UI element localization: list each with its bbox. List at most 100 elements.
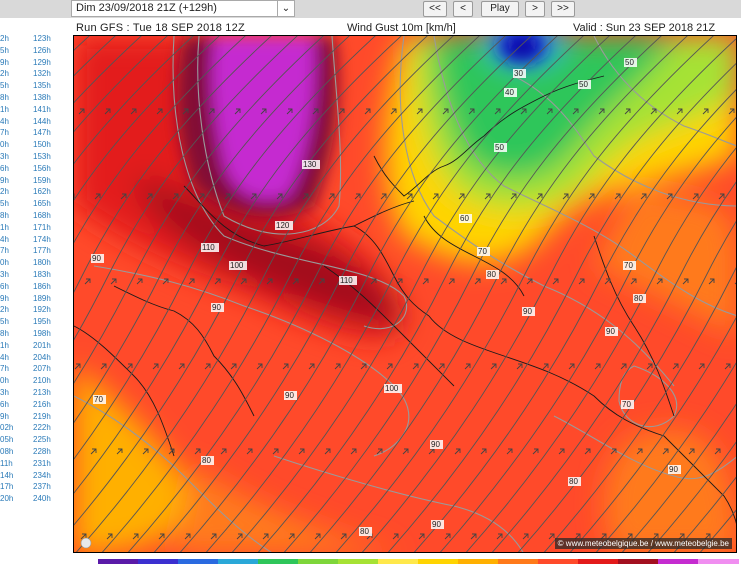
hour-link[interactable]: 9h: [0, 412, 9, 421]
hour-link[interactable]: 216h: [33, 400, 51, 409]
credit-label: © www.meteobelgique.be / www.meteobelgie…: [554, 538, 732, 549]
isoline-label: 50: [579, 80, 588, 89]
hour-link[interactable]: 9h: [0, 294, 9, 303]
hour-link[interactable]: 198h: [33, 329, 51, 338]
hour-link[interactable]: 4h: [0, 235, 9, 244]
hour-link[interactable]: 17h: [0, 482, 13, 491]
hour-link[interactable]: 186h: [33, 282, 51, 291]
hour-link[interactable]: 162h: [33, 187, 51, 196]
time-select[interactable]: Dim 23/09/2018 21Z (+129h) ⌄: [71, 0, 295, 17]
hour-link[interactable]: 6h: [0, 164, 9, 173]
hour-link[interactable]: 4h: [0, 117, 9, 126]
weather-map: 130 120 110 100 90 110 90 100 90 80 70 30 40 50 50 50 60…: [73, 35, 737, 553]
hour-link[interactable]: 201h: [33, 341, 51, 350]
hour-link[interactable]: 126h: [33, 46, 51, 55]
hour-link[interactable]: 7h: [0, 128, 9, 137]
hour-link[interactable]: 4h: [0, 353, 9, 362]
hour-link[interactable]: 144h: [33, 117, 51, 126]
isoline-label: 80: [360, 527, 369, 536]
hour-link[interactable]: 9h: [0, 58, 9, 67]
hour-link[interactable]: 135h: [33, 81, 51, 90]
hour-link[interactable]: 192h: [33, 305, 51, 314]
hour-link[interactable]: 189h: [33, 294, 51, 303]
hour-link[interactable]: 195h: [33, 317, 51, 326]
hour-link[interactable]: 123h: [33, 34, 51, 43]
isoline-label: 120: [276, 221, 290, 230]
hour-link[interactable]: 165h: [33, 199, 51, 208]
hour-link[interactable]: 159h: [33, 176, 51, 185]
hour-link[interactable]: 180h: [33, 258, 51, 267]
hour-link[interactable]: 5h: [0, 81, 9, 90]
isoline-label: 90: [523, 307, 532, 316]
hour-link[interactable]: 237h: [33, 482, 51, 491]
hour-link[interactable]: 1h: [0, 223, 9, 232]
hour-link[interactable]: 141h: [33, 105, 51, 114]
hour-link[interactable]: 2h: [0, 187, 9, 196]
hour-link[interactable]: 213h: [33, 388, 51, 397]
hour-link[interactable]: 0h: [0, 258, 9, 267]
hour-link[interactable]: 240h: [33, 494, 51, 503]
hour-link[interactable]: 3h: [0, 152, 9, 161]
hour-link[interactable]: 8h: [0, 329, 9, 338]
hour-link[interactable]: 219h: [33, 412, 51, 421]
next-frame-button[interactable]: >: [525, 1, 545, 17]
isoline-label: 30: [514, 69, 523, 78]
isoline-label: 70: [478, 247, 487, 256]
hour-link[interactable]: 02h: [0, 423, 13, 432]
hour-link[interactable]: 2h: [0, 69, 9, 78]
hour-link[interactable]: 9h: [0, 176, 9, 185]
hour-link[interactable]: 174h: [33, 235, 51, 244]
hour-link[interactable]: 1h: [0, 341, 9, 350]
hour-link[interactable]: 5h: [0, 199, 9, 208]
first-frame-button[interactable]: <<: [423, 1, 447, 17]
hour-link[interactable]: 210h: [33, 376, 51, 385]
hour-link[interactable]: 153h: [33, 152, 51, 161]
hour-link[interactable]: 20h: [0, 494, 13, 503]
hour-link[interactable]: 156h: [33, 164, 51, 173]
hour-link[interactable]: 3h: [0, 270, 9, 279]
isoline-label: 90: [432, 520, 441, 529]
chevron-down-icon[interactable]: ⌄: [277, 1, 294, 16]
hour-link[interactable]: 2h: [0, 305, 9, 314]
hour-link[interactable]: 183h: [33, 270, 51, 279]
hour-link[interactable]: 204h: [33, 353, 51, 362]
hour-link[interactable]: 8h: [0, 93, 9, 102]
play-button[interactable]: Play: [481, 1, 519, 17]
hour-link[interactable]: 231h: [33, 459, 51, 468]
hour-link[interactable]: 222h: [33, 423, 51, 432]
isoline-label: 100: [385, 384, 399, 393]
hour-link[interactable]: 5h: [0, 317, 9, 326]
hour-link[interactable]: 177h: [33, 246, 51, 255]
hour-link[interactable]: 7h: [0, 246, 9, 255]
hour-link[interactable]: 150h: [33, 140, 51, 149]
hour-link[interactable]: 147h: [33, 128, 51, 137]
hour-link[interactable]: 132h: [33, 69, 51, 78]
hour-link[interactable]: 2h: [0, 34, 9, 43]
hour-link[interactable]: 129h: [33, 58, 51, 67]
hour-link[interactable]: 228h: [33, 447, 51, 456]
hour-link[interactable]: 08h: [0, 447, 13, 456]
prev-frame-button[interactable]: <: [453, 1, 473, 17]
hour-link[interactable]: 207h: [33, 364, 51, 373]
hour-link[interactable]: 225h: [33, 435, 51, 444]
hour-link[interactable]: 05h: [0, 435, 13, 444]
hour-link[interactable]: 11h: [0, 459, 13, 468]
hour-link[interactable]: 6h: [0, 282, 9, 291]
hour-link[interactable]: 8h: [0, 211, 9, 220]
hour-link[interactable]: 234h: [33, 471, 51, 480]
hour-link[interactable]: 0h: [0, 376, 9, 385]
hour-link[interactable]: 5h: [0, 46, 9, 55]
isoline-label: 80: [569, 477, 578, 486]
isoline-label: 110: [340, 276, 353, 285]
hour-link[interactable]: 138h: [33, 93, 51, 102]
forecast-hour-list: 2h 123h 5h 126h 9h 129h 2h 132h 5h 135h 8h 138h 1h 14…: [0, 34, 60, 564]
last-frame-button[interactable]: >>: [551, 1, 575, 17]
hour-link[interactable]: 171h: [33, 223, 51, 232]
hour-link[interactable]: 168h: [33, 211, 51, 220]
hour-link[interactable]: 6h: [0, 400, 9, 409]
hour-link[interactable]: 7h: [0, 364, 9, 373]
hour-link[interactable]: 3h: [0, 388, 9, 397]
hour-link[interactable]: 14h: [0, 471, 13, 480]
hour-link[interactable]: 1h: [0, 105, 9, 114]
hour-link[interactable]: 0h: [0, 140, 9, 149]
